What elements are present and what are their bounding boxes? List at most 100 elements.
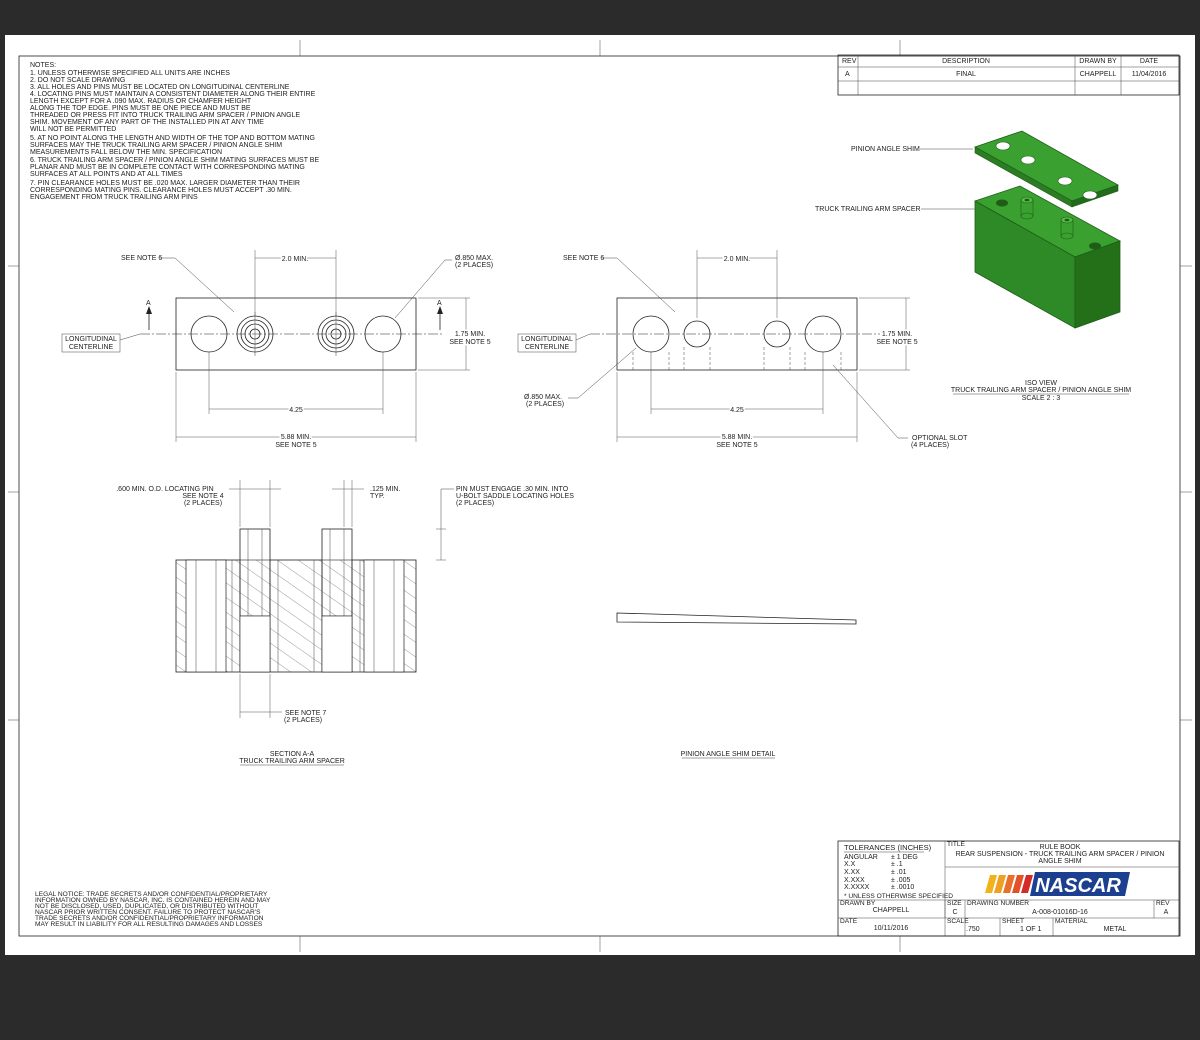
sheet-label: SHEET [1002, 918, 1024, 925]
title-label: TITLE [947, 841, 966, 848]
scale-value: .750 [966, 926, 980, 933]
dim-4-25: 4.25 [730, 407, 744, 414]
dim-2-0: 2.0 MIN. [282, 256, 309, 263]
tol-value: ± .0010 [891, 884, 914, 891]
see-note-5: SEE NOTE 5 [876, 339, 917, 346]
see-note-5b: SEE NOTE 5 [275, 442, 316, 449]
logo-text: NASCAR [1035, 875, 1121, 897]
drawn-by-label: DRAWN BY [840, 900, 876, 907]
drawing-number: A-008-01016D-16 [1032, 909, 1088, 916]
dim-2-0: 2.0 MIN. [724, 256, 751, 263]
section-caption-2: TRUCK TRAILING ARM SPACER [239, 758, 345, 765]
tol-value: ± .005 [891, 877, 911, 884]
tol-label: X.X [844, 861, 856, 868]
size-label: SIZE [947, 900, 962, 907]
iso-caption-2: TRUCK TRAILING ARM SPACER / PINION ANGLE… [951, 387, 1131, 394]
optional-slot-places: (4 PLACES) [911, 442, 949, 449]
note-line: ENGAGEMENT FROM TRUCK TRAILING ARM PINS [30, 194, 198, 201]
note-line: 3. ALL HOLES AND PINS MUST BE LOCATED ON… [30, 84, 290, 91]
dim-125-typ: TYP. [370, 493, 385, 500]
see-note-7: SEE NOTE 7 [285, 710, 326, 717]
size-value: C [952, 909, 957, 916]
title-line-1: RULE BOOK [1040, 844, 1081, 851]
tol-label: X.XXX [844, 877, 865, 884]
sheet-value: 1 OF 1 [1020, 926, 1042, 933]
drawn-by-header: DRAWN BY [1079, 58, 1117, 65]
note-line: ALONG THE TOP EDGE. PINS MUST BE ONE PIE… [30, 105, 251, 112]
hole-dia-label: Ø.850 MAX. [524, 394, 562, 401]
note-line: 1. UNLESS OTHERWISE SPECIFIED ALL UNITS … [30, 70, 230, 77]
tol-label: X.XXXX [844, 884, 870, 891]
longitudinal-label: LONGITUDINAL [521, 336, 573, 343]
pin-od-label: .600 MIN. O.D. LOCATING PIN [116, 486, 214, 493]
iso-caption: ISO VIEW [1025, 380, 1057, 387]
material-value: METAL [1104, 926, 1127, 933]
date-value: 11/04/2016 [1132, 71, 1167, 78]
dim-125: .125 MIN. [370, 486, 400, 493]
note-line: THREADED OR PRESS FIT INTO TRUCK TRAILIN… [30, 112, 300, 119]
engage-places: (2 PLACES) [456, 500, 494, 507]
note-line: SURFACES AT ALL POINTS AND AT ALL TIMES [30, 171, 183, 178]
dim-1-75: 1.75 MIN. [455, 331, 485, 338]
see-note-6-label: SEE NOTE 6 [121, 255, 162, 262]
truck-trailing-arm-spacer-label: TRUCK TRAILING ARM SPACER [815, 206, 921, 213]
rev-header: REV [842, 58, 857, 65]
section-mark-right: A [437, 300, 442, 307]
material-label: MATERIAL [1055, 918, 1088, 925]
optional-slot-label: OPTIONAL SLOT [912, 435, 968, 442]
note-line: 5. AT NO POINT ALONG THE LENGTH AND WIDT… [30, 135, 315, 142]
section-caption: SECTION A-A [270, 751, 315, 758]
note-line: LENGTH EXCEPT FOR A .090 MAX. RADIUS OR … [30, 98, 252, 105]
date-value: 10/11/2016 [874, 925, 909, 932]
rev-value: A [1164, 909, 1169, 916]
hole-dia-places: (2 PLACES) [455, 262, 493, 269]
note-line: MEASUREMENTS FALL BELOW THE MIN. SPECIFI… [30, 149, 222, 156]
see-note-5: SEE NOTE 5 [449, 339, 490, 346]
rev-value: A [845, 71, 850, 78]
description-header: DESCRIPTION [942, 58, 990, 65]
rev-label: REV [1156, 900, 1170, 907]
engage-label-2: U-BOLT SADDLE LOCATING HOLES [456, 493, 574, 500]
note-line: WILL NOT BE PERMITTED [30, 126, 116, 133]
legal-notice: LEGAL NOTICE: TRADE SECRETS AND/OR CONFI… [35, 891, 271, 928]
notes-title: NOTES: [30, 62, 56, 69]
see-note-6-label: SEE NOTE 6 [563, 255, 604, 262]
tol-label: ANGULAR [844, 854, 878, 861]
date-label: DATE [840, 918, 858, 925]
shim-detail-caption: PINION ANGLE SHIM DETAIL [681, 751, 776, 758]
hole-dia-places: (2 PLACES) [526, 401, 564, 408]
tol-label: X.XX [844, 869, 860, 876]
note-line: SURFACES MAY THE TRUCK TRAILING ARM SPAC… [30, 142, 282, 149]
engage-label: PIN MUST ENGAGE .30 MIN. INTO [456, 486, 569, 493]
longitudinal-label: LONGITUDINAL [65, 336, 117, 343]
iso-scale: SCALE 2 : 3 [1022, 395, 1061, 402]
tol-value: ± 1 DEG [891, 854, 918, 861]
pin-places: (2 PLACES) [184, 500, 222, 507]
section-mark-left: A [146, 300, 151, 307]
dim-5-88: 5.88 MIN. [722, 434, 752, 441]
see-note-5b: SEE NOTE 5 [716, 442, 757, 449]
drawing-number-label: DRAWING NUMBER [967, 900, 1029, 907]
hole-dia-label: Ø.850 MAX. [455, 255, 493, 262]
tolerances-title: TOLERANCES (INCHES) [844, 843, 932, 852]
note-line: CORRESPONDING MATING PINS. CLEARANCE HOL… [30, 187, 292, 194]
note-line: 7. PIN CLEARANCE HOLES MUST BE .020 MAX.… [30, 180, 300, 187]
pinion-angle-shim-label: PINION ANGLE SHIM [851, 146, 920, 153]
see-note-7-places: (2 PLACES) [284, 717, 322, 724]
note-line: 4. LOCATING PINS MUST MAINTAIN A CONSIST… [30, 91, 316, 98]
title-line-3: ANGLE SHIM [1038, 858, 1081, 865]
drawing-sheet: NOTES: 1. UNLESS OTHERWISE SPECIFIED ALL… [5, 35, 1195, 955]
drawn-by-value: CHAPPELL [873, 907, 910, 914]
tol-value: ± .1 [891, 861, 903, 868]
dim-4-25: 4.25 [289, 407, 303, 414]
note-line: 6. TRUCK TRAILING ARM SPACER / PINION AN… [30, 157, 319, 164]
tol-value: ± .01 [891, 869, 907, 876]
scale-label: SCALE [947, 918, 969, 925]
date-header: DATE [1140, 58, 1158, 65]
description-value: FINAL [956, 71, 976, 78]
centerline-label: CENTERLINE [69, 344, 114, 351]
pin-see-note-4: SEE NOTE 4 [182, 493, 223, 500]
legal-line: MAY RESULT IN LIABILITY FOR ALL RESULTIN… [35, 921, 263, 928]
note-line: SHIM. MOVEMENT OF ANY PART OF THE INSTAL… [30, 119, 264, 126]
drawn-by-value: CHAPPELL [1080, 71, 1117, 78]
